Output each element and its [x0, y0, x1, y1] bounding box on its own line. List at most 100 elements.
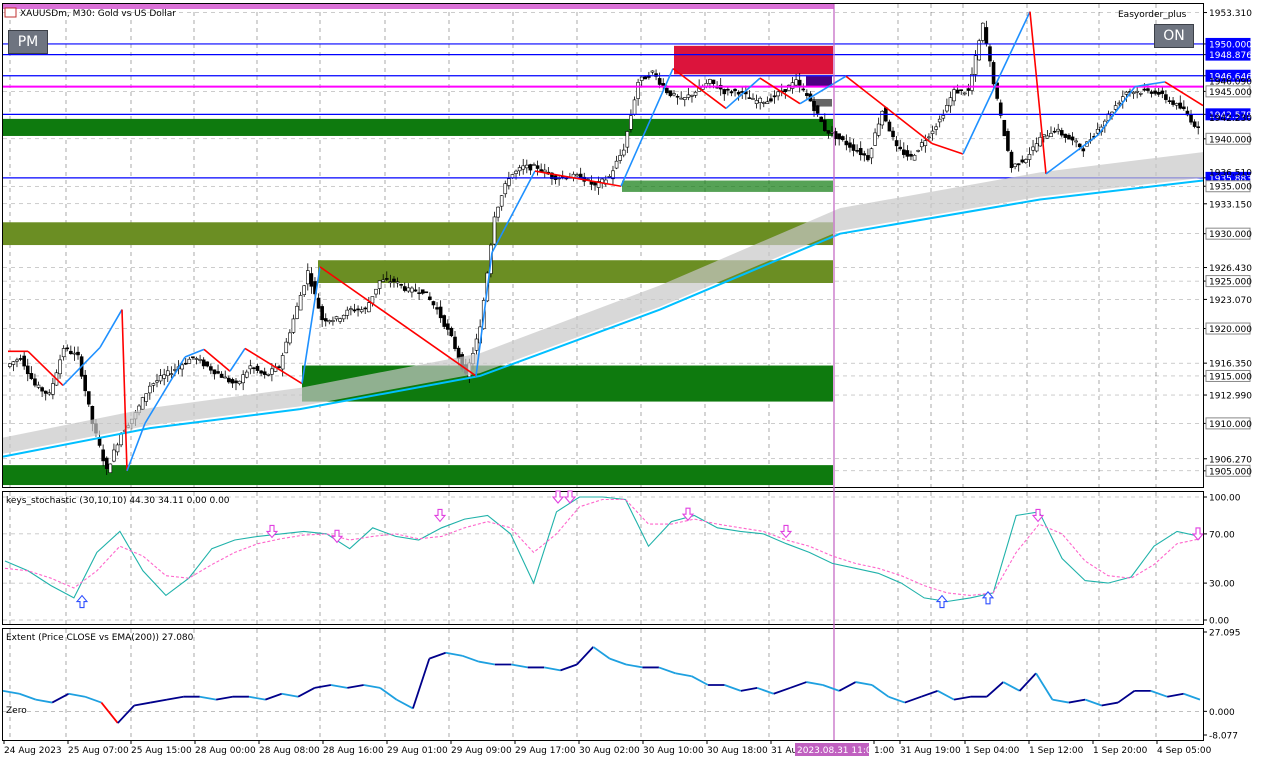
on-button[interactable]: ON — [1154, 24, 1194, 48]
candle-body — [776, 91, 780, 97]
candle-body — [532, 164, 536, 166]
candle-body — [280, 355, 285, 370]
candle-body — [575, 174, 579, 177]
candle-body — [338, 318, 342, 322]
chart-title: XAUUSDm, M30: Gold vs US Dollar — [20, 9, 176, 19]
candle-body — [101, 449, 105, 462]
candle-body — [686, 94, 691, 98]
candle-body — [374, 288, 378, 295]
price-tick-label: 1906.270 — [1209, 455, 1252, 465]
price-tick-label: 1945.000 — [1209, 88, 1252, 98]
candle-body — [191, 356, 195, 359]
candle-body — [636, 82, 640, 99]
candle-body — [406, 287, 411, 292]
candle-body — [115, 444, 120, 453]
candle-body — [1081, 148, 1086, 152]
candle-body — [392, 278, 396, 282]
candle-body — [855, 150, 859, 152]
candle-body — [162, 374, 166, 379]
candle-body — [733, 88, 737, 92]
candle-body — [1178, 102, 1183, 109]
candle-body — [1027, 153, 1032, 160]
pm-button[interactable]: PM — [8, 30, 48, 54]
candle-body — [72, 352, 77, 355]
candle-body — [1189, 114, 1193, 123]
price-tick-label: 1940.000 — [1209, 135, 1252, 145]
candle-body — [76, 351, 80, 356]
candle-body — [614, 160, 619, 169]
candle-body — [1182, 106, 1186, 110]
candle-body — [1138, 92, 1143, 95]
price-tick-label: 1925.000 — [1209, 278, 1252, 288]
price-tick-label: 1930.000 — [1209, 230, 1252, 240]
candle-body — [869, 148, 874, 159]
candle-body — [1160, 90, 1165, 94]
chart-icon — [4, 7, 17, 18]
candle-body — [212, 369, 217, 375]
candle-body — [155, 380, 159, 383]
candle-body — [140, 397, 145, 410]
candle-body — [963, 92, 967, 95]
price-tick-label: 1933.150 — [1209, 200, 1252, 210]
price-tick-label: 1912.990 — [1209, 392, 1252, 402]
candle-body — [1113, 105, 1118, 110]
candle-body — [919, 142, 924, 148]
candle-body — [1006, 131, 1010, 151]
candle-body — [769, 98, 773, 102]
candle-body — [1034, 143, 1039, 152]
candle-body — [420, 289, 425, 294]
candle-body — [668, 90, 673, 97]
candle-body — [819, 116, 824, 122]
candle-body — [693, 91, 698, 96]
candle-body — [198, 359, 202, 361]
candle-body — [1020, 159, 1025, 163]
candle-body — [428, 296, 432, 300]
candle-body — [284, 341, 289, 354]
time-tick-label: 24 Aug 2023 — [4, 746, 62, 756]
candle-body — [22, 355, 26, 367]
candle-body — [417, 292, 421, 294]
candle-body — [1052, 130, 1057, 133]
time-tick-label: 31 Au — [771, 746, 797, 756]
price-tick-label: 1942.230 — [1209, 114, 1252, 124]
candle-body — [399, 284, 403, 286]
candle-body — [959, 89, 964, 91]
candle-body — [912, 154, 917, 161]
candle-body — [266, 373, 271, 376]
candle-body — [708, 79, 712, 84]
price-tick-label: 1936.510 — [1209, 168, 1252, 178]
candle-body — [898, 146, 903, 150]
extent-panel — [2, 628, 1204, 741]
expert-name: Easyorder_plus — [1118, 10, 1187, 20]
candle-body — [1117, 102, 1122, 105]
candle-body — [1074, 140, 1078, 143]
stoch-tick-label: 100.00 — [1209, 494, 1241, 504]
candle-body — [1013, 163, 1017, 167]
candle-body — [295, 305, 299, 319]
candle-body — [230, 379, 235, 384]
candle-body — [395, 281, 400, 284]
candle-body — [607, 176, 612, 178]
candle-body — [1049, 132, 1053, 138]
candle-body — [851, 144, 856, 151]
candle-body — [1067, 134, 1071, 140]
candle-body — [438, 306, 443, 319]
candle-body — [86, 391, 91, 405]
candle-body — [499, 195, 504, 207]
candle-body — [790, 82, 795, 89]
candle-body — [672, 93, 676, 96]
candle-body — [984, 27, 989, 44]
zero-label: Zero — [6, 706, 27, 716]
price-tick-label: 1935.000 — [1209, 183, 1252, 193]
candle-body — [474, 338, 479, 351]
candle-body — [736, 91, 741, 95]
candle-body — [11, 361, 16, 365]
candle-body — [873, 132, 877, 146]
candle-body — [525, 164, 529, 169]
price-tick-label: 1915.000 — [1209, 372, 1252, 382]
time-tick-label: 1 Sep 12:00 — [1029, 746, 1084, 756]
candle-body — [991, 62, 996, 85]
candle-body — [158, 375, 163, 382]
candle-body — [618, 155, 622, 161]
stoch-tick-label: 30.00 — [1209, 580, 1235, 590]
